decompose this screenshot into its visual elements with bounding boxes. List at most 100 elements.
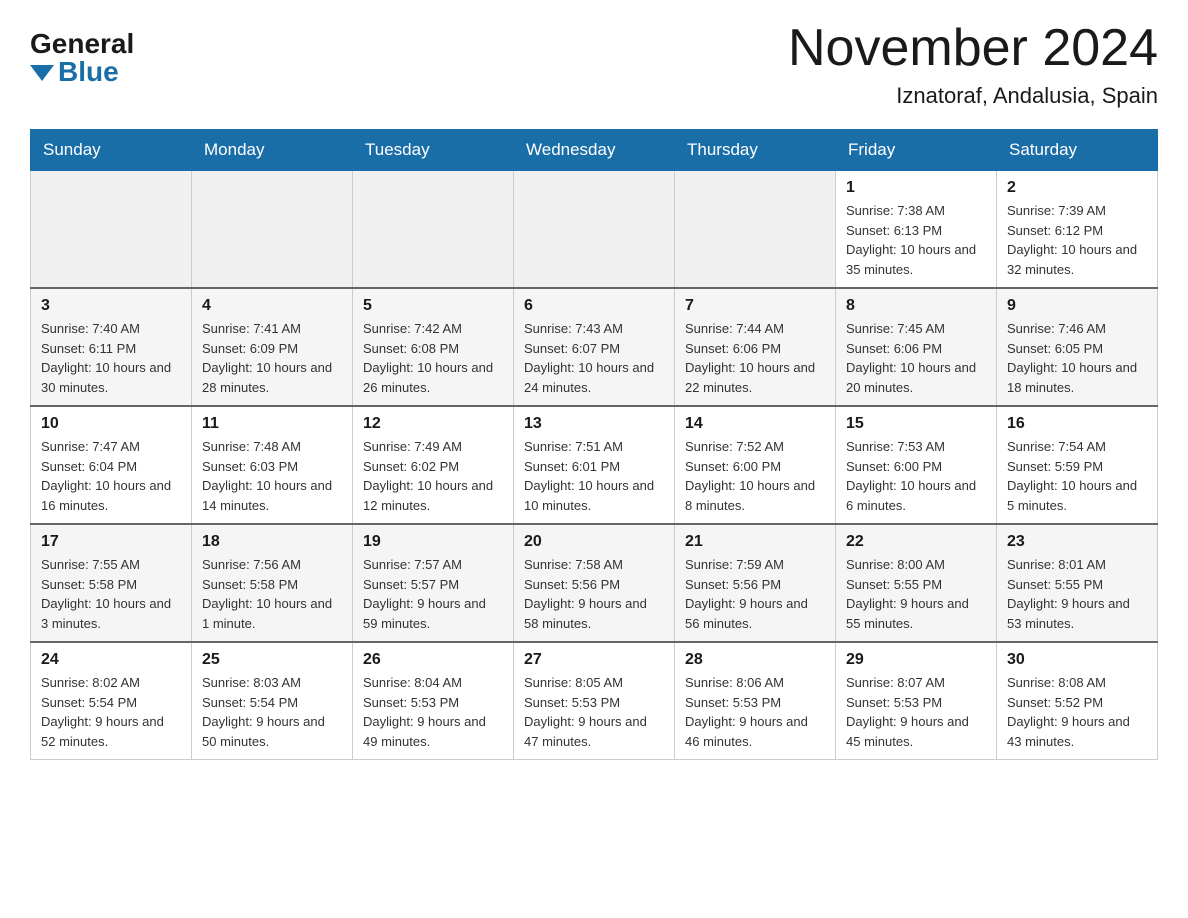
calendar-day-cell: 27 Sunrise: 8:05 AMSunset: 5:53 PMDayligh…: [514, 642, 675, 760]
calendar-day-cell: 2 Sunrise: 7:39 AMSunset: 6:12 PMDaylight…: [997, 171, 1158, 289]
calendar-day-cell: 21 Sunrise: 7:59 AMSunset: 5:56 PMDayligh…: [675, 524, 836, 642]
day-info: Sunrise: 8:02 AMSunset: 5:54 PMDaylight:…: [41, 673, 181, 751]
day-info: Sunrise: 7:51 AMSunset: 6:01 PMDaylight:…: [524, 437, 664, 515]
day-number: 11: [202, 415, 342, 433]
calendar-day-cell: 7 Sunrise: 7:44 AMSunset: 6:06 PMDaylight…: [675, 288, 836, 406]
day-info: Sunrise: 7:57 AMSunset: 5:57 PMDaylight:…: [363, 555, 503, 633]
calendar-day-cell: 9 Sunrise: 7:46 AMSunset: 6:05 PMDaylight…: [997, 288, 1158, 406]
day-info: Sunrise: 7:53 AMSunset: 6:00 PMDaylight:…: [846, 437, 986, 515]
day-number: 29: [846, 651, 986, 669]
day-info: Sunrise: 7:49 AMSunset: 6:02 PMDaylight:…: [363, 437, 503, 515]
calendar-day-cell: 15 Sunrise: 7:53 AMSunset: 6:00 PMDayligh…: [836, 406, 997, 524]
calendar-day-cell: 29 Sunrise: 8:07 AMSunset: 5:53 PMDayligh…: [836, 642, 997, 760]
day-number: 14: [685, 415, 825, 433]
day-info: Sunrise: 8:03 AMSunset: 5:54 PMDaylight:…: [202, 673, 342, 751]
calendar-day-cell: 25 Sunrise: 8:03 AMSunset: 5:54 PMDayligh…: [192, 642, 353, 760]
calendar-day-cell: 22 Sunrise: 8:00 AMSunset: 5:55 PMDayligh…: [836, 524, 997, 642]
day-number: 17: [41, 533, 181, 551]
calendar-day-cell: [31, 171, 192, 289]
day-number: 13: [524, 415, 664, 433]
calendar-week-row: 17 Sunrise: 7:55 AMSunset: 5:58 PMDayligh…: [31, 524, 1158, 642]
day-number: 10: [41, 415, 181, 433]
day-info: Sunrise: 8:00 AMSunset: 5:55 PMDaylight:…: [846, 555, 986, 633]
calendar-day-cell: 17 Sunrise: 7:55 AMSunset: 5:58 PMDayligh…: [31, 524, 192, 642]
day-number: 15: [846, 415, 986, 433]
calendar-day-cell: 24 Sunrise: 8:02 AMSunset: 5:54 PMDayligh…: [31, 642, 192, 760]
day-info: Sunrise: 7:39 AMSunset: 6:12 PMDaylight:…: [1007, 201, 1147, 279]
calendar-header-wednesday: Wednesday: [514, 130, 675, 171]
day-number: 27: [524, 651, 664, 669]
day-number: 23: [1007, 533, 1147, 551]
logo: General Blue: [30, 20, 134, 86]
calendar-day-cell: [353, 171, 514, 289]
calendar-day-cell: 14 Sunrise: 7:52 AMSunset: 6:00 PMDayligh…: [675, 406, 836, 524]
day-info: Sunrise: 7:47 AMSunset: 6:04 PMDaylight:…: [41, 437, 181, 515]
day-info: Sunrise: 8:08 AMSunset: 5:52 PMDaylight:…: [1007, 673, 1147, 751]
day-info: Sunrise: 8:07 AMSunset: 5:53 PMDaylight:…: [846, 673, 986, 751]
day-info: Sunrise: 7:40 AMSunset: 6:11 PMDaylight:…: [41, 319, 181, 397]
logo-general-text: General: [30, 30, 134, 58]
day-number: 1: [846, 179, 986, 197]
day-info: Sunrise: 7:56 AMSunset: 5:58 PMDaylight:…: [202, 555, 342, 633]
day-number: 25: [202, 651, 342, 669]
day-info: Sunrise: 7:41 AMSunset: 6:09 PMDaylight:…: [202, 319, 342, 397]
day-number: 16: [1007, 415, 1147, 433]
calendar-day-cell: 28Sunrise: 8:06 AMSunset: 5:53 PMDayligh…: [675, 642, 836, 760]
calendar-day-cell: 4 Sunrise: 7:41 AMSunset: 6:09 PMDaylight…: [192, 288, 353, 406]
day-number: 19: [363, 533, 503, 551]
day-info: Sunrise: 7:42 AMSunset: 6:08 PMDaylight:…: [363, 319, 503, 397]
header: General Blue November 2024 Iznatoraf, An…: [30, 20, 1158, 109]
calendar-day-cell: 3 Sunrise: 7:40 AMSunset: 6:11 PMDaylight…: [31, 288, 192, 406]
calendar-header-thursday: Thursday: [675, 130, 836, 171]
day-number: 26: [363, 651, 503, 669]
calendar-day-cell: 19 Sunrise: 7:57 AMSunset: 5:57 PMDayligh…: [353, 524, 514, 642]
day-number: 30: [1007, 651, 1147, 669]
calendar-day-cell: 16 Sunrise: 7:54 AMSunset: 5:59 PMDayligh…: [997, 406, 1158, 524]
day-number: 12: [363, 415, 503, 433]
calendar-header-friday: Friday: [836, 130, 997, 171]
day-number: 18: [202, 533, 342, 551]
calendar-header-tuesday: Tuesday: [353, 130, 514, 171]
day-number: 5: [363, 297, 503, 315]
calendar-day-cell: 23 Sunrise: 8:01 AMSunset: 5:55 PMDayligh…: [997, 524, 1158, 642]
calendar-day-cell: 26Sunrise: 8:04 AMSunset: 5:53 PMDayligh…: [353, 642, 514, 760]
calendar-day-cell: 20Sunrise: 7:58 AMSunset: 5:56 PMDayligh…: [514, 524, 675, 642]
day-number: 21: [685, 533, 825, 551]
day-number: 7: [685, 297, 825, 315]
day-info: Sunrise: 7:52 AMSunset: 6:00 PMDaylight:…: [685, 437, 825, 515]
day-number: 9: [1007, 297, 1147, 315]
day-number: 24: [41, 651, 181, 669]
day-info: Sunrise: 7:46 AMSunset: 6:05 PMDaylight:…: [1007, 319, 1147, 397]
day-number: 4: [202, 297, 342, 315]
calendar-week-row: 10 Sunrise: 7:47 AMSunset: 6:04 PMDayligh…: [31, 406, 1158, 524]
day-info: Sunrise: 7:48 AMSunset: 6:03 PMDaylight:…: [202, 437, 342, 515]
day-info: Sunrise: 8:01 AMSunset: 5:55 PMDaylight:…: [1007, 555, 1147, 633]
calendar-day-cell: 13 Sunrise: 7:51 AMSunset: 6:01 PMDayligh…: [514, 406, 675, 524]
calendar-day-cell: 1 Sunrise: 7:38 AMSunset: 6:13 PMDaylight…: [836, 171, 997, 289]
title-area: November 2024 Iznatoraf, Andalusia, Spai…: [788, 20, 1158, 109]
calendar-week-row: 24 Sunrise: 8:02 AMSunset: 5:54 PMDayligh…: [31, 642, 1158, 760]
calendar-header-sunday: Sunday: [31, 130, 192, 171]
day-info: Sunrise: 7:44 AMSunset: 6:06 PMDaylight:…: [685, 319, 825, 397]
day-info: Sunrise: 7:59 AMSunset: 5:56 PMDaylight:…: [685, 555, 825, 633]
day-info: Sunrise: 8:05 AMSunset: 5:53 PMDaylight:…: [524, 673, 664, 751]
calendar-day-cell: [514, 171, 675, 289]
day-number: 6: [524, 297, 664, 315]
location-title: Iznatoraf, Andalusia, Spain: [788, 83, 1158, 109]
calendar-day-cell: [192, 171, 353, 289]
calendar-day-cell: 11 Sunrise: 7:48 AMSunset: 6:03 PMDayligh…: [192, 406, 353, 524]
day-info: Sunrise: 7:38 AMSunset: 6:13 PMDaylight:…: [846, 201, 986, 279]
calendar-day-cell: 12 Sunrise: 7:49 AMSunset: 6:02 PMDayligh…: [353, 406, 514, 524]
day-info: Sunrise: 7:58 AMSunset: 5:56 PMDaylight:…: [524, 555, 664, 633]
day-number: 22: [846, 533, 986, 551]
calendar-header-monday: Monday: [192, 130, 353, 171]
calendar-header-row: SundayMondayTuesdayWednesdayThursdayFrid…: [31, 130, 1158, 171]
logo-blue-text: Blue: [58, 58, 119, 86]
day-info: Sunrise: 7:54 AMSunset: 5:59 PMDaylight:…: [1007, 437, 1147, 515]
day-number: 3: [41, 297, 181, 315]
day-number: 2: [1007, 179, 1147, 197]
month-title: November 2024: [788, 20, 1158, 77]
calendar-header-saturday: Saturday: [997, 130, 1158, 171]
calendar-week-row: 1 Sunrise: 7:38 AMSunset: 6:13 PMDaylight…: [31, 171, 1158, 289]
day-info: Sunrise: 7:55 AMSunset: 5:58 PMDaylight:…: [41, 555, 181, 633]
